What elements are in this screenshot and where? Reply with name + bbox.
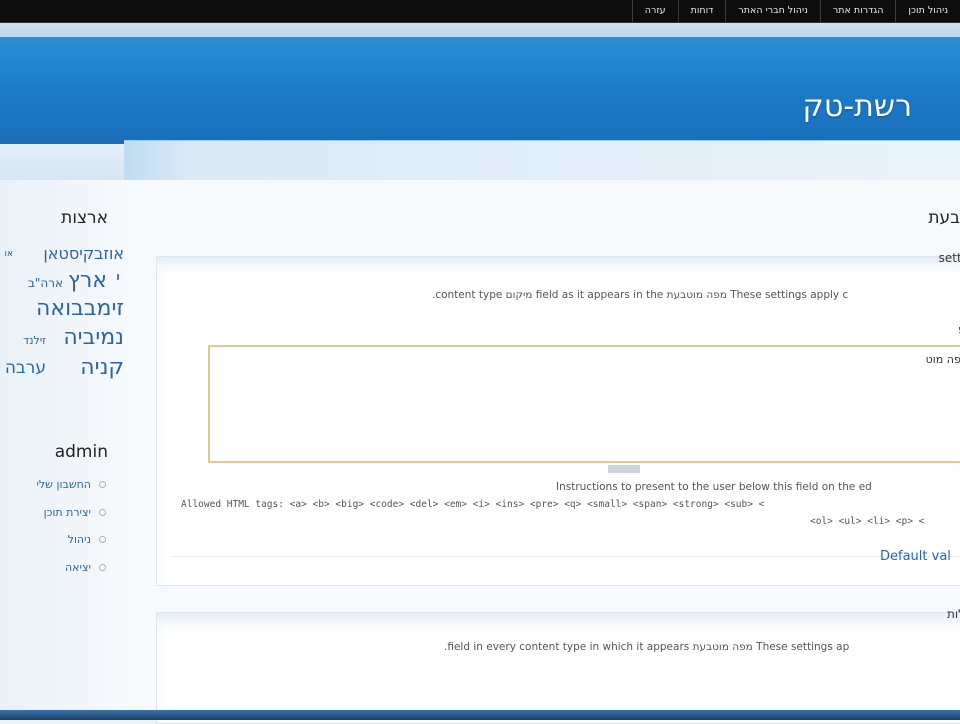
- menu-item-logout[interactable]: יציאה: [65, 561, 106, 574]
- allowed-tags-text: <ol> <ul> <li> <p> <: [810, 516, 925, 527]
- bullet-icon: [99, 509, 106, 516]
- toolbar-item-help[interactable]: עזרה: [631, 0, 678, 22]
- default-value-link[interactable]: Default val: [880, 549, 951, 564]
- admin-toolbar: ניהול תוכן הגדרות אתר ניהול חברי האתר דו…: [0, 0, 960, 23]
- help-text-description: Instructions to present to the user belo…: [556, 481, 872, 493]
- site-header: רשת-טק: [0, 37, 960, 144]
- content-tab-bar: [124, 140, 960, 181]
- menu-item-my-account[interactable]: החשבון שלי: [36, 478, 106, 491]
- tag-link[interactable]: נמיביה: [63, 325, 124, 350]
- toolbar-item-reports[interactable]: דוחות: [677, 0, 726, 22]
- menu-item-label: יציאה: [65, 561, 91, 574]
- tag-link[interactable]: י: [116, 268, 120, 289]
- global-settings-fieldset: לות .field in every content type in whic…: [156, 607, 960, 724]
- textarea-value: ר מפה מוט: [925, 353, 960, 366]
- fieldset-legend: לות: [947, 607, 960, 621]
- site-name[interactable]: רשת-טק: [803, 89, 912, 124]
- page-title: בעת: [928, 208, 960, 228]
- fieldset-description: .field in every content type in which it…: [444, 641, 850, 653]
- tag-link[interactable]: או: [5, 249, 13, 259]
- admin-toolbar-menu: ניהול תוכן הגדרות אתר ניהול חברי האתר דו…: [631, 0, 960, 22]
- menu-item-label: ניהול: [67, 533, 91, 546]
- textarea-resize-handle[interactable]: [608, 465, 640, 473]
- toolbar-item-user-management[interactable]: ניהול חברי האתר: [725, 0, 820, 22]
- user-block-title: admin: [54, 442, 108, 462]
- bullet-icon: [99, 564, 106, 571]
- fieldset-description: .content type מיקום field as it appears …: [432, 289, 849, 301]
- window-bottom-edge: [0, 710, 960, 720]
- bullet-icon: [99, 481, 106, 488]
- tag-link[interactable]: ארה"ב: [28, 276, 63, 290]
- menu-item-administer[interactable]: ניהול: [68, 533, 106, 546]
- help-text-textarea[interactable]: ר מפה מוט: [208, 345, 960, 463]
- menu-item-create-content[interactable]: יצירת תוכן: [44, 506, 106, 519]
- toolbar-item-content[interactable]: ניהול תוכן: [895, 0, 960, 22]
- allowed-tags-text: Allowed HTML tags: <a> <b> <big> <code> …: [181, 499, 765, 510]
- header-top-strip: [0, 23, 960, 37]
- bullet-icon: [99, 536, 106, 543]
- tag-link[interactable]: ערבה: [5, 358, 46, 378]
- fieldset-divider: [172, 556, 960, 557]
- fieldset-legend: setti: [938, 251, 960, 265]
- menu-item-label: החשבון שלי: [36, 478, 91, 491]
- tags-block-title: ארצות: [61, 208, 108, 228]
- tag-link[interactable]: זימבבואה: [36, 296, 124, 321]
- tag-link[interactable]: אוזבקיסטאן: [43, 244, 124, 263]
- tag-link[interactable]: ארץ: [68, 268, 107, 293]
- menu-item-label: יצירת תוכן: [43, 506, 91, 519]
- tag-link[interactable]: קניה: [80, 355, 124, 380]
- tag-link[interactable]: זילנד: [23, 334, 46, 347]
- toolbar-item-site-settings[interactable]: הגדרות אתר: [819, 0, 895, 22]
- sidebar: ארצות אוזבקיסטאן או ארה"ב ארץ י זימבבואה…: [0, 180, 125, 710]
- main-content: בעת setti .content type מיקום field as i…: [124, 180, 960, 724]
